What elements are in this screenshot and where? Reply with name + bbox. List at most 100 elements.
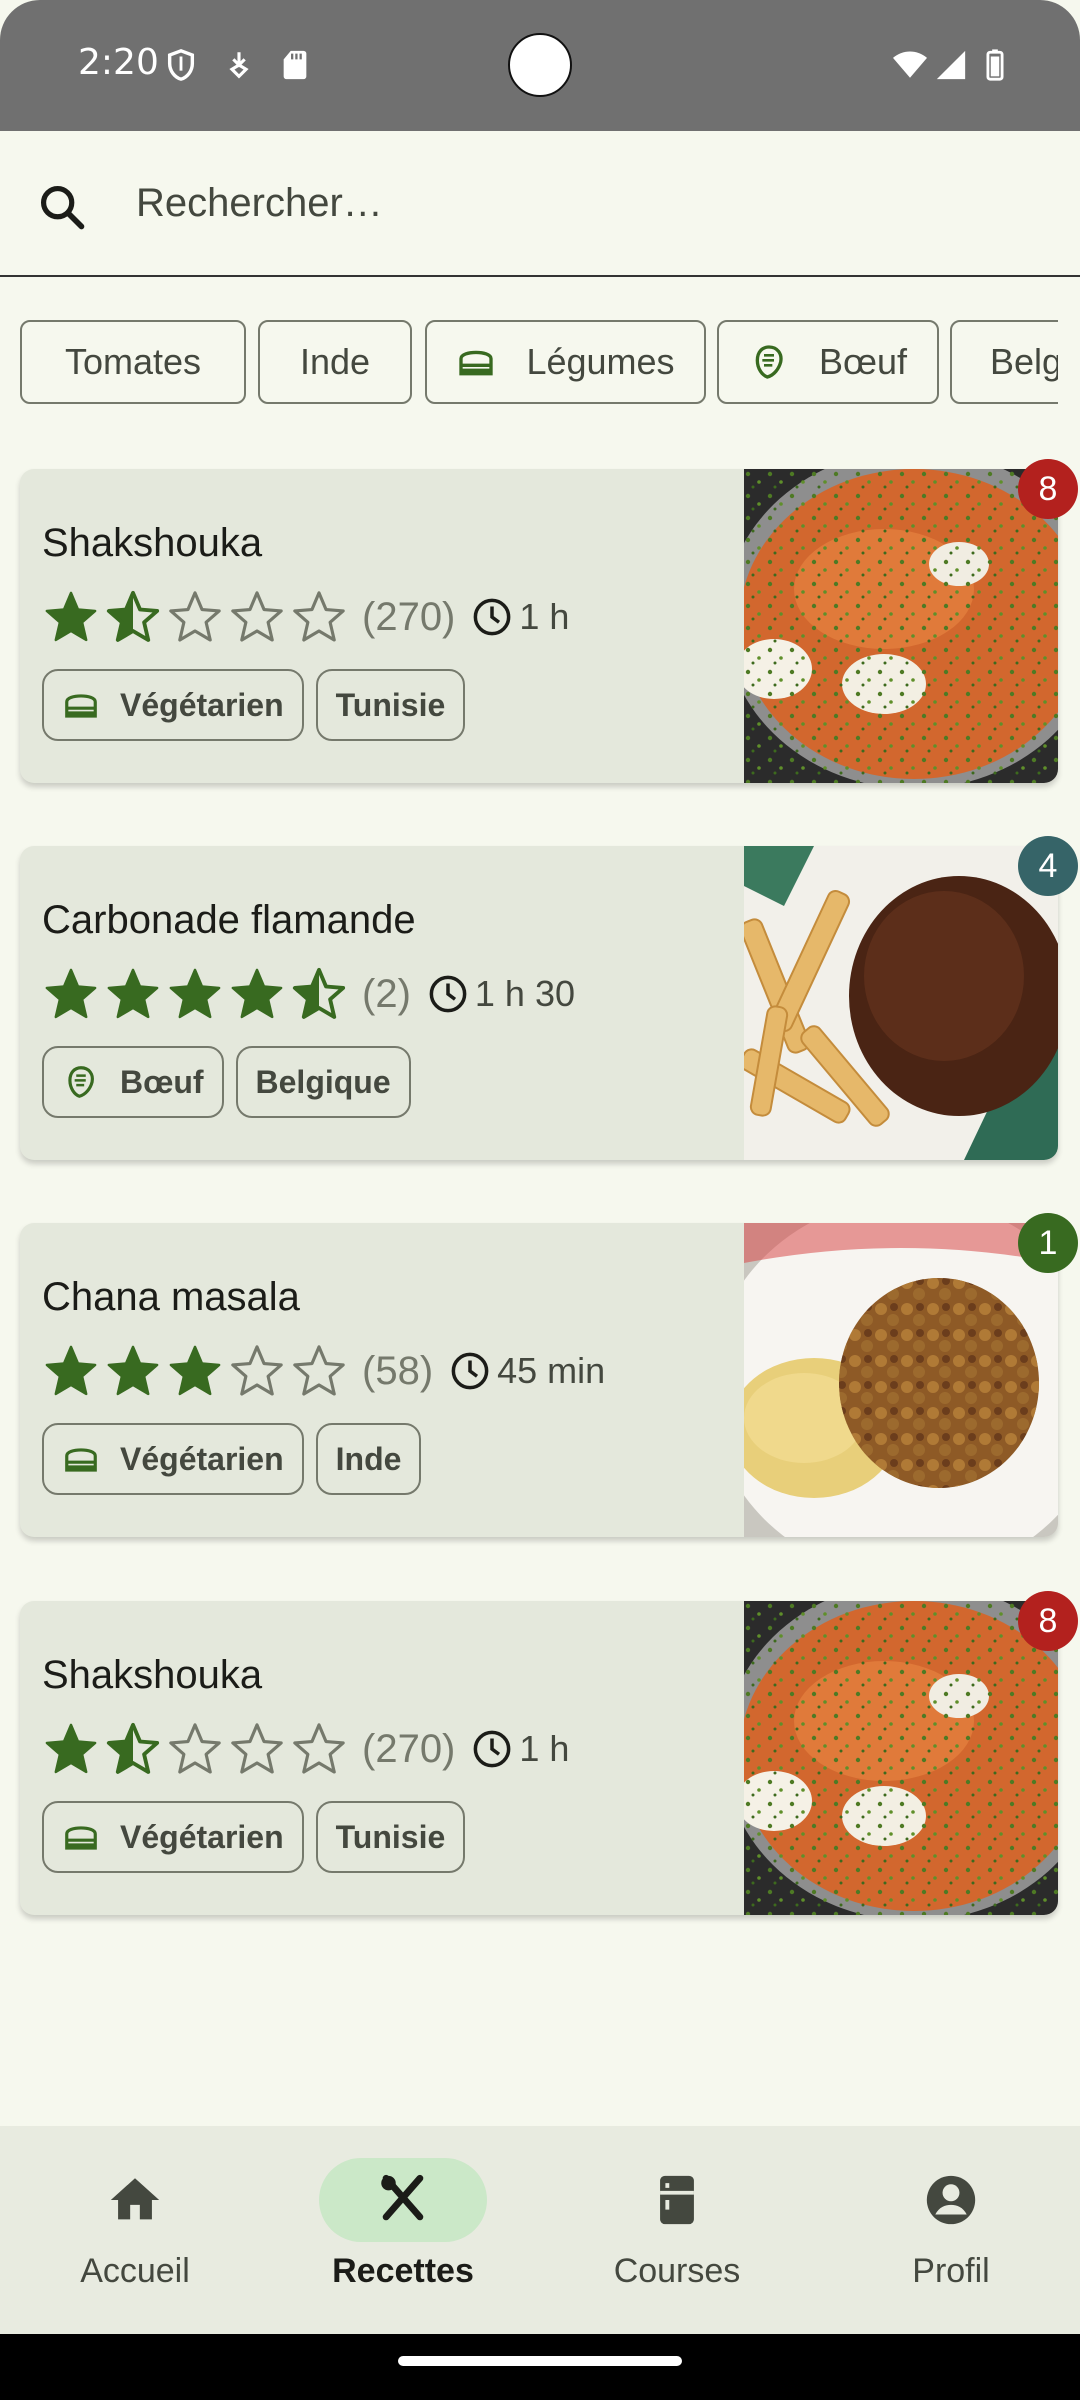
nav-label: Accueil bbox=[80, 2252, 190, 2290]
recipe-duration: 1 h bbox=[519, 1728, 570, 1769]
tag-label: Belgique bbox=[255, 1063, 391, 1100]
recipe-tags: Bœuf Belgique bbox=[42, 1046, 411, 1118]
fridge-icon bbox=[660, 2175, 694, 2225]
recipe-card[interactable]: Shakshouka (270) 1 h Végétarien Tunisie … bbox=[20, 1591, 1078, 1915]
cart-count-badge: 8 bbox=[1018, 459, 1078, 519]
clock-icon bbox=[474, 598, 511, 636]
tag-belgique[interactable]: Belgique bbox=[235, 1046, 411, 1118]
recipe-tags: Végétarien Inde bbox=[42, 1423, 422, 1495]
shield-icon bbox=[167, 49, 195, 81]
clock-icon bbox=[429, 975, 467, 1013]
vegetable-icon bbox=[65, 1448, 97, 1472]
star-empty-icon bbox=[231, 1723, 283, 1774]
bottom-navigation: Accueil Recettes Courses Profil bbox=[0, 2126, 1080, 2334]
tag-tunisie[interactable]: Tunisie bbox=[315, 1801, 466, 1873]
star-rating bbox=[42, 1342, 352, 1400]
star-half-icon bbox=[106, 590, 160, 642]
recipe-title: Shakshouka bbox=[42, 521, 263, 565]
battery-icon bbox=[986, 49, 1004, 81]
recipe-photo-shakshouka bbox=[744, 1601, 1058, 1915]
chip-tomates[interactable]: Tomates bbox=[20, 320, 246, 404]
chip-belgique[interactable]: Belgique bbox=[950, 320, 1058, 404]
nav-label: Courses bbox=[613, 2252, 741, 2290]
recipe-card[interactable]: Chana masala (58) 45 min Végétarien Inde… bbox=[20, 1213, 1078, 1537]
star-rating bbox=[42, 1720, 352, 1778]
star-full-icon bbox=[45, 1345, 97, 1396]
tag-tunisie[interactable]: Tunisie bbox=[315, 669, 466, 741]
recipe-tags: Végétarien Tunisie bbox=[42, 669, 466, 741]
tag-inde[interactable]: Inde bbox=[315, 1423, 422, 1495]
recipe-title: Shakshouka bbox=[42, 1653, 263, 1697]
nav-label: Profil bbox=[912, 2252, 990, 2290]
home-icon bbox=[110, 2178, 160, 2220]
recipe-duration: 1 h bbox=[519, 596, 570, 637]
status-bar: 2:20 bbox=[0, 0, 1080, 131]
nav-indicator bbox=[319, 2158, 487, 2242]
tag-label: Végétarien bbox=[120, 686, 284, 723]
recipe-duration: 45 min bbox=[497, 1350, 606, 1391]
nav-indicator bbox=[867, 2158, 1035, 2242]
wifi-icon bbox=[893, 51, 927, 78]
recipe-photo-chana bbox=[744, 1223, 1058, 1537]
star-half-icon bbox=[106, 1722, 160, 1774]
cart-count-badge: 4 bbox=[1018, 836, 1078, 896]
star-full-icon bbox=[45, 1723, 97, 1774]
vegetable-icon bbox=[65, 694, 97, 718]
star-full-icon bbox=[231, 968, 283, 1019]
star-empty-icon bbox=[169, 1723, 221, 1774]
nav-recettes[interactable]: Recettes bbox=[268, 2126, 538, 2334]
recipe-rating: (270) 1 h bbox=[42, 587, 569, 647]
star-empty-icon bbox=[231, 591, 283, 642]
tag-boeuf[interactable]: Bœuf bbox=[42, 1046, 224, 1118]
clock-icon bbox=[474, 1730, 511, 1768]
tag-vegetarien[interactable]: Végétarien bbox=[42, 1801, 304, 1873]
tag-label: Bœuf bbox=[120, 1063, 204, 1100]
search-bar[interactable]: Rechercher… bbox=[0, 131, 1080, 277]
recipe-photo-shakshouka bbox=[744, 469, 1058, 783]
search-input[interactable]: Rechercher… bbox=[136, 181, 383, 226]
nav-label: Recettes bbox=[332, 2252, 474, 2290]
recipe-title: Chana masala bbox=[42, 1275, 300, 1319]
recipe-photo-carbonade bbox=[744, 846, 1058, 1160]
data-saver-icon bbox=[229, 52, 249, 79]
tag-label: Inde bbox=[335, 1440, 402, 1477]
filter-chips: Tomates Inde Légumes Bœuf Belgique bbox=[20, 320, 1058, 406]
tag-label: Tunisie bbox=[335, 686, 446, 723]
tag-vegetarien[interactable]: Végétarien bbox=[42, 669, 304, 741]
search-icon[interactable] bbox=[36, 181, 88, 233]
star-full-icon bbox=[169, 1345, 221, 1396]
nav-indicator bbox=[593, 2158, 761, 2242]
front-camera bbox=[508, 33, 572, 97]
chip-inde[interactable]: Inde bbox=[258, 320, 412, 404]
nav-indicator bbox=[51, 2158, 219, 2242]
recipe-tags: Végétarien Tunisie bbox=[42, 1801, 466, 1873]
recipe-duration: 1 h 30 bbox=[474, 973, 575, 1014]
recipe-card[interactable]: Carbonade flamande (2) 1 h 30 Bœuf Belgi… bbox=[20, 836, 1078, 1160]
star-full-icon bbox=[169, 968, 221, 1019]
sd-card-icon bbox=[283, 50, 307, 80]
tag-vegetarien[interactable]: Végétarien bbox=[42, 1423, 304, 1495]
review-count: (270) bbox=[362, 1726, 456, 1771]
chip-label: Légumes bbox=[526, 341, 675, 382]
nav-courses[interactable]: Courses bbox=[542, 2126, 812, 2334]
star-empty-icon bbox=[169, 591, 221, 642]
recipe-rating: (270) 1 h bbox=[42, 1719, 569, 1779]
chip-label: Tomates bbox=[64, 341, 202, 382]
chip-legumes[interactable]: Légumes bbox=[425, 320, 706, 404]
nav-profil[interactable]: Profil bbox=[816, 2126, 1080, 2334]
home-gesture-handle[interactable] bbox=[398, 2356, 682, 2366]
chip-boeuf[interactable]: Bœuf bbox=[717, 320, 939, 404]
star-rating bbox=[42, 588, 352, 646]
nav-accueil[interactable]: Accueil bbox=[0, 2126, 270, 2334]
meat-icon bbox=[68, 1066, 94, 1098]
meat-icon bbox=[755, 345, 783, 379]
star-empty-icon bbox=[293, 1723, 345, 1774]
review-count: (2) bbox=[362, 971, 411, 1016]
chip-label: Inde bbox=[299, 341, 371, 382]
recipe-card[interactable]: Shakshouka (270) 1 h Végétarien Tunisie … bbox=[20, 459, 1078, 783]
clock-icon bbox=[451, 1352, 489, 1390]
chip-label: Bœuf bbox=[818, 341, 907, 382]
tag-label: Tunisie bbox=[335, 1818, 446, 1855]
star-full-icon bbox=[45, 591, 97, 642]
vegetable-icon bbox=[65, 1826, 97, 1850]
